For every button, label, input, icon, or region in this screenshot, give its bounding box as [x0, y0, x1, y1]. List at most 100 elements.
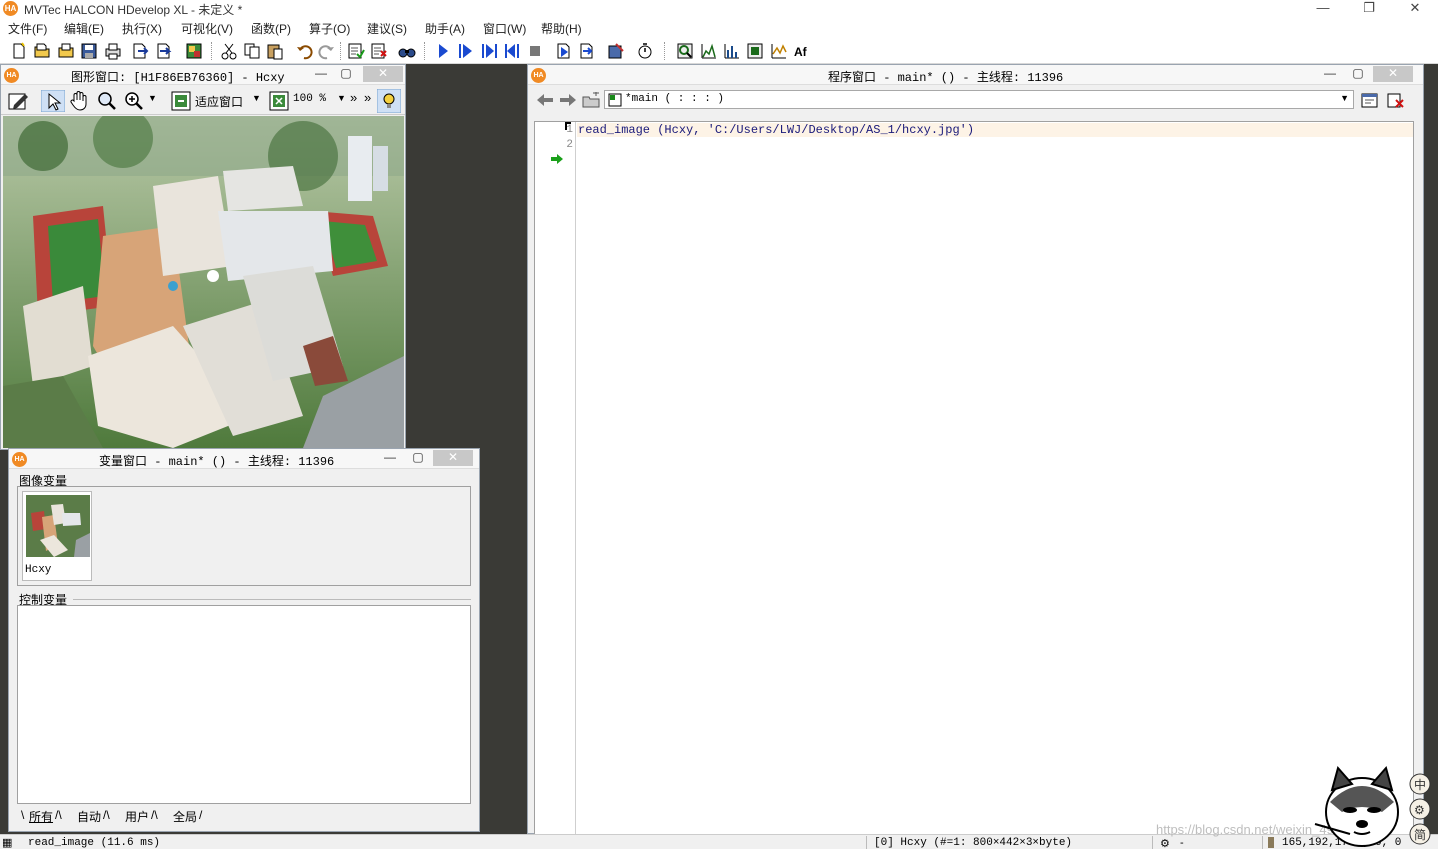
restore-button[interactable]: ❐ [1346, 0, 1392, 17]
title-bar: HA MVTec HALCON HDevelop XL - 未定义 * — ❐ … [0, 0, 1438, 17]
mascot-badge-simplified: 简 [1414, 828, 1426, 842]
menu-execute[interactable]: 执行(X) [122, 20, 162, 37]
step-into-icon[interactable] [480, 42, 498, 60]
window-title: MVTec HALCON HDevelop XL - 未定义 * [24, 3, 243, 17]
program-toolbar: *main ( : : : ) ▼ [528, 86, 1423, 114]
program-window-title: 程序窗口 - main* () - 主线程: 11396 [828, 71, 1064, 85]
campus-aerial-image[interactable] [3, 116, 404, 448]
line-number-gutter[interactable]: 1 2 [535, 122, 576, 834]
magnifier-icon[interactable] [97, 91, 117, 111]
code-line[interactable]: read_image (Hcxy, 'C:/Users/LWJ/Desktop/… [578, 123, 974, 137]
tab-all[interactable]: 所有 [29, 808, 53, 825]
print-icon[interactable] [104, 42, 122, 60]
pixel-color-swatch [1268, 837, 1274, 848]
fit-dropdown-chevron-icon[interactable]: ▼ [252, 93, 261, 103]
reset-procedure-icon[interactable] [578, 42, 596, 60]
menu-suggestions[interactable]: 建议(S) [367, 20, 407, 37]
close-button[interactable]: ✕ [1392, 0, 1438, 17]
new-program-icon[interactable] [10, 42, 28, 60]
save-icon[interactable] [80, 42, 98, 60]
menu-operators[interactable]: 算子(O) [309, 20, 350, 37]
program-close-button[interactable]: ✕ [1373, 66, 1413, 82]
graphics-window-titlebar[interactable]: HA 图形窗口: [H1F86EB76360] - Hcxy — ▢ ✕ [1, 65, 405, 85]
edit-pencil-icon[interactable] [8, 91, 30, 111]
binoculars-icon[interactable] [398, 42, 416, 60]
open-program-icon[interactable] [33, 42, 51, 60]
husky-mascot-icon: 中 ⚙ 简 [1314, 765, 1431, 847]
export-library-icon[interactable] [155, 42, 173, 60]
tab-all-prefix: \ [21, 808, 25, 822]
graphics-window-title: 图形窗口: [H1F86EB76360] - Hcxy [71, 71, 285, 85]
fit-window-label[interactable]: 适应窗口 [195, 93, 243, 110]
export-icon[interactable] [131, 42, 149, 60]
back-arrow-icon[interactable] [536, 93, 554, 107]
profiler-icon[interactable] [607, 42, 625, 60]
deactivate-line-icon[interactable] [370, 42, 388, 60]
variable-minimize-button[interactable]: — [375, 450, 405, 466]
tab-global[interactable]: 全局 [173, 808, 197, 825]
zoom-level-chevron-icon[interactable]: ▼ [337, 93, 346, 103]
tab-divider: / [199, 808, 203, 822]
program-window-titlebar[interactable]: HA 程序窗口 - main* () - 主线程: 11396 — ▢ ✕ [528, 65, 1423, 85]
control-variables-list[interactable] [17, 605, 471, 804]
halcon-logo-icon: HA [12, 452, 27, 467]
gray-histogram-icon[interactable] [700, 42, 718, 60]
zoom-window-icon[interactable] [676, 42, 694, 60]
redo-icon[interactable] [318, 42, 336, 60]
stopwatch-icon[interactable] [636, 42, 654, 60]
procedure-settings-icon[interactable] [1361, 91, 1379, 109]
cut-icon[interactable] [220, 42, 238, 60]
ocr-assistant-icon[interactable]: Af [793, 42, 811, 60]
tab-user[interactable]: 用户 [125, 808, 149, 825]
undo-icon[interactable] [295, 42, 313, 60]
tab-auto[interactable]: 自动 [77, 808, 101, 825]
lightbulb-icon[interactable] [377, 89, 401, 113]
feature-histogram-icon[interactable] [723, 42, 741, 60]
program-code-editor[interactable]: 1 2 read_image (Hcxy, 'C:/Users/LWJ/Desk… [534, 121, 1414, 835]
zoom-dropdown-chevron-icon[interactable]: ▼ [148, 93, 157, 103]
line-profile-icon[interactable] [770, 42, 788, 60]
variable-maximize-button[interactable]: ▢ [403, 450, 433, 466]
fit-window-icon[interactable] [171, 91, 191, 111]
program-minimize-button[interactable]: — [1315, 66, 1345, 82]
procedure-icon [608, 93, 622, 107]
hand-pan-icon[interactable] [69, 91, 89, 111]
step-out-icon[interactable] [503, 42, 521, 60]
properties-icon[interactable] [185, 42, 203, 60]
delete-procedure-icon[interactable] [1387, 91, 1405, 109]
menu-procedures[interactable]: 函数(P) [251, 20, 291, 37]
zoom-icon[interactable] [124, 91, 144, 111]
run-icon[interactable] [434, 42, 452, 60]
menu-edit[interactable]: 编辑(E) [64, 20, 104, 37]
open-example-icon[interactable] [57, 42, 75, 60]
program-maximize-button[interactable]: ▢ [1343, 66, 1373, 82]
image-variable-tile[interactable]: Hcxy [22, 491, 92, 581]
pointer-tool-icon[interactable] [41, 90, 65, 112]
variable-window-titlebar[interactable]: HA 变量窗口 - main* () - 主线程: 11396 — ▢ ✕ [9, 449, 479, 469]
minimize-button[interactable]: — [1300, 0, 1346, 17]
step-over-icon[interactable] [456, 42, 474, 60]
menu-help[interactable]: 帮助(H) [541, 20, 582, 37]
copy-icon[interactable] [243, 42, 261, 60]
zoom-percent-icon[interactable] [269, 91, 289, 111]
zoom-level-value[interactable]: 100 % [293, 93, 326, 105]
procedure-folder-icon[interactable] [582, 92, 600, 108]
menu-window[interactable]: 窗口(W) [483, 20, 526, 37]
menu-visualize[interactable]: 可视化(V) [181, 20, 233, 37]
procedure-chevron-down-icon[interactable]: ▼ [1340, 93, 1349, 103]
reset-program-icon[interactable] [555, 42, 573, 60]
paste-icon[interactable] [266, 42, 284, 60]
overflow-icon[interactable]: » [364, 90, 371, 105]
activate-line-icon[interactable] [347, 42, 365, 60]
graphics-maximize-button[interactable]: ▢ [331, 66, 361, 82]
menu-file[interactable]: 文件(F) [8, 20, 47, 37]
variable-close-button[interactable]: ✕ [433, 450, 473, 466]
stop-icon[interactable] [526, 42, 544, 60]
graphics-close-button[interactable]: ✕ [363, 66, 403, 82]
feature-inspection-icon[interactable] [746, 42, 764, 60]
procedure-select[interactable]: *main ( : : : ) ▼ [604, 90, 1354, 109]
forward-arrow-icon[interactable] [559, 93, 577, 107]
menu-assistants[interactable]: 助手(A) [425, 20, 465, 37]
graphics-window: HA 图形窗口: [H1F86EB76360] - Hcxy — ▢ ✕ ▼ 适… [0, 64, 406, 450]
more-tools-icon[interactable]: » [350, 90, 357, 105]
